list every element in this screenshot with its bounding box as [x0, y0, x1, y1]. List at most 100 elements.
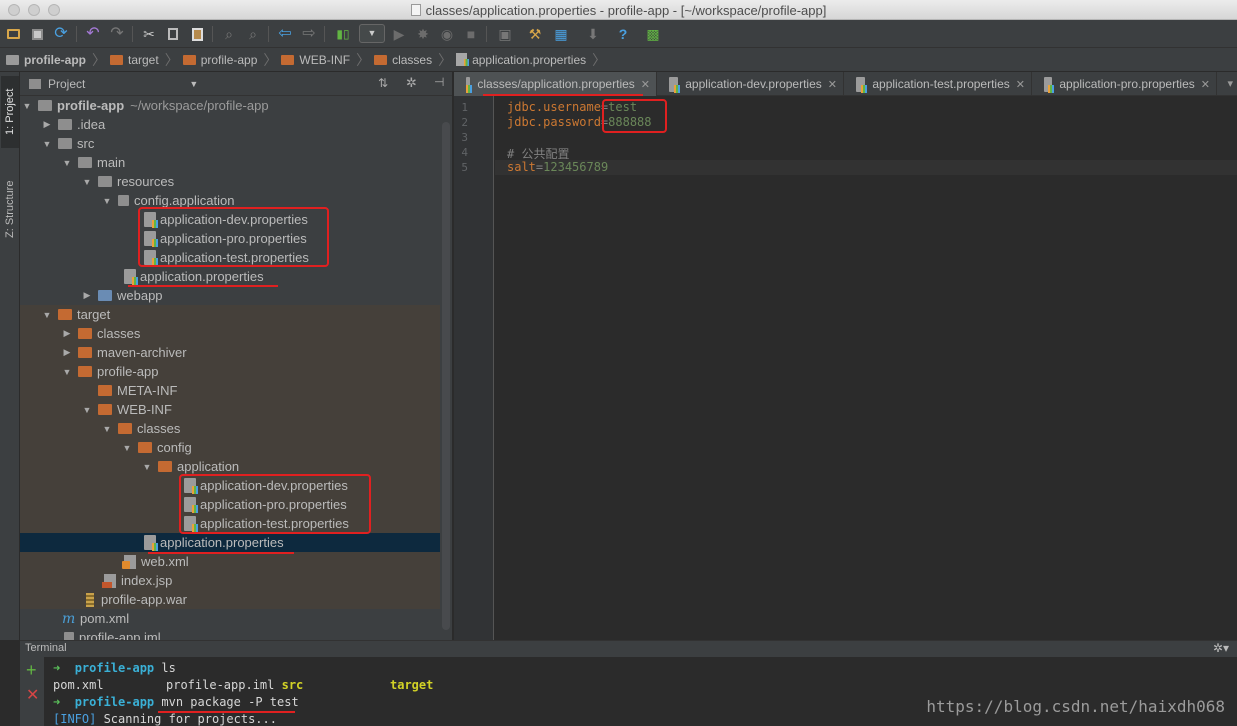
save-icon[interactable] [28, 25, 46, 43]
new-session-icon[interactable]: + [26, 661, 37, 679]
tree-node[interactable]: ▼ profile-app [20, 362, 440, 381]
chevron-down-icon[interactable]: ▼ [62, 367, 72, 377]
tree-node[interactable]: profile-app.war [20, 590, 440, 609]
breadcrumb-item[interactable]: target 〉 [110, 50, 183, 70]
tree-node[interactable]: web.xml [20, 552, 440, 571]
sdk-icon[interactable]: ▦ [552, 25, 570, 43]
breadcrumb-item[interactable]: WEB-INF 〉 [281, 50, 374, 70]
tree-node[interactable]: ▶ webapp [20, 286, 440, 305]
debug-icon[interactable]: ✸ [414, 25, 432, 43]
gear-icon[interactable]: ✲ [406, 75, 417, 91]
plugin-icon[interactable]: ▩ [644, 25, 662, 43]
tab-classes-application-properties[interactable]: classes/application.properties ✕ [454, 72, 657, 96]
tree-node[interactable]: ▼ target [20, 305, 440, 324]
breadcrumb-item[interactable]: classes 〉 [374, 50, 456, 70]
forward-icon[interactable]: ⇨ [300, 25, 318, 43]
stop-icon[interactable]: ■ [462, 25, 480, 43]
tree-node[interactable]: ▼ classes [20, 419, 440, 438]
help-icon[interactable]: ? [614, 25, 632, 43]
cut-icon[interactable]: ✂ [140, 25, 158, 43]
tree-node[interactable]: application.properties [20, 267, 440, 286]
settings-wrench-icon[interactable]: ⚒ [526, 25, 544, 43]
copy-icon[interactable] [164, 25, 182, 43]
tree-node[interactable]: ▼ config [20, 438, 440, 457]
tab-application-test-properties[interactable]: application-test.properties ✕ [844, 72, 1032, 96]
project-tool-tab[interactable]: 1: Project [1, 76, 19, 148]
chevron-right-icon[interactable]: ▶ [82, 290, 92, 301]
tree-node[interactable]: ▼ src [20, 134, 440, 153]
breadcrumb-item[interactable]: profile-app 〉 [6, 50, 110, 70]
close-icon[interactable]: ✕ [1016, 78, 1025, 91]
tree-node[interactable]: index.jsp [20, 571, 440, 590]
main-toolbar: ⟳ ↶ ↷ ✂ ⌕ ⌕ ⇦ ⇨ ▮▯ ▼ ▶ ✸ ◉ ■ ▣ ⚒ ▦ ⬇ ? ▩ [0, 20, 1237, 48]
tree-node[interactable]: META-INF [20, 381, 440, 400]
highlight-underline [128, 285, 278, 287]
coverage-icon[interactable]: ◉ [438, 25, 456, 43]
tab-application-dev-properties[interactable]: application-dev.properties ✕ [657, 72, 844, 96]
sync-icon[interactable]: ⟳ [52, 25, 70, 43]
excluded-folder-icon [78, 347, 92, 358]
tree-node[interactable]: ▶ maven-archiver [20, 343, 440, 362]
chevron-down-icon[interactable]: ▼ [189, 79, 198, 89]
prompt-arrow-icon: ➜ [53, 661, 61, 675]
window-title: classes/application.properties - profile… [425, 3, 827, 18]
chevron-down-icon[interactable]: ▼ [42, 310, 52, 320]
project-structure-icon[interactable]: ▣ [496, 25, 514, 43]
tree-node[interactable]: ▼ profile-app ~/workspace/profile-app [20, 96, 440, 115]
close-icon[interactable]: ✕ [641, 78, 650, 91]
close-session-icon[interactable]: ✕ [26, 687, 39, 705]
tree-node[interactable]: ▼ resources [20, 172, 440, 191]
collapse-all-icon[interactable]: ⇅ [378, 76, 388, 90]
properties-file-icon [1044, 76, 1055, 93]
undo-icon[interactable]: ↶ [84, 25, 102, 43]
resources-folder-icon [98, 176, 112, 187]
tree-node[interactable]: ▶ classes [20, 324, 440, 343]
tree-node[interactable]: m pom.xml [20, 609, 440, 628]
project-scrollbar[interactable] [442, 122, 450, 630]
run-icon[interactable]: ▶ [390, 25, 408, 43]
back-icon[interactable]: ⇦ [276, 25, 294, 43]
redo-icon[interactable]: ↷ [108, 25, 126, 43]
properties-file-icon [856, 76, 868, 93]
chevron-down-icon[interactable]: ▼ [142, 462, 152, 472]
chevron-right-icon[interactable]: ▶ [42, 119, 52, 130]
chevron-down-icon[interactable]: ▼ [62, 158, 72, 168]
replace-icon[interactable]: ⌕ [244, 25, 262, 43]
deploy-icon[interactable]: ⬇ [584, 25, 602, 43]
chevron-down-icon[interactable]: ▼ [122, 443, 132, 453]
tab-application-pro-properties[interactable]: application-pro.properties ✕ [1032, 72, 1217, 96]
chevron-down-icon[interactable]: ▼ [102, 424, 112, 434]
tabs-overflow-icon[interactable]: ▾ [1227, 77, 1233, 90]
hide-panel-icon[interactable]: ⊣ [434, 75, 444, 89]
chevron-down-icon[interactable]: ▼ [82, 405, 92, 415]
chevron-down-icon[interactable]: ▼ [42, 139, 52, 149]
chevron-down-icon[interactable]: ▼ [102, 196, 112, 206]
document-icon [410, 4, 421, 16]
breadcrumb-item[interactable]: profile-app 〉 [182, 50, 282, 70]
chevron-down-icon[interactable]: ▼ [82, 177, 92, 187]
chevron-right-icon[interactable]: ▶ [62, 347, 72, 358]
chevron-right-icon[interactable]: ▶ [62, 328, 72, 339]
open-folder-icon[interactable] [4, 25, 22, 43]
tree-node[interactable]: profile-app.iml [20, 628, 440, 640]
code-editor[interactable]: 1 2 3 4 5 jdbc.username=test jdbc.passwo… [454, 96, 1237, 640]
tree-node-selected[interactable]: application.properties [20, 533, 440, 552]
paste-icon[interactable] [188, 25, 206, 43]
structure-tool-tab[interactable]: Z: Structure [1, 168, 19, 250]
gear-icon[interactable]: ✲▾ [1213, 641, 1229, 655]
breadcrumb-item[interactable]: application.properties 〉 [456, 50, 610, 70]
tree-node[interactable]: ▼ WEB-INF [20, 400, 440, 419]
left-tool-strip: 1: Project Z: Structure [0, 72, 20, 640]
terminal-line: pom.xml [53, 678, 104, 692]
find-icon[interactable]: ⌕ [220, 25, 238, 43]
build-icon[interactable]: ▮▯ [334, 25, 352, 43]
chevron-down-icon[interactable]: ▼ [22, 101, 32, 111]
close-icon[interactable]: ✕ [1201, 78, 1210, 91]
tree-node[interactable]: ▶ .idea [20, 115, 440, 134]
terminal-line: target [390, 678, 434, 692]
tree-node[interactable]: ▼ main [20, 153, 440, 172]
close-icon[interactable]: ✕ [828, 78, 837, 91]
run-config-dropdown[interactable]: ▼ [359, 24, 385, 43]
highlight-underline [158, 711, 295, 713]
terminal-title: Terminal [25, 642, 67, 654]
